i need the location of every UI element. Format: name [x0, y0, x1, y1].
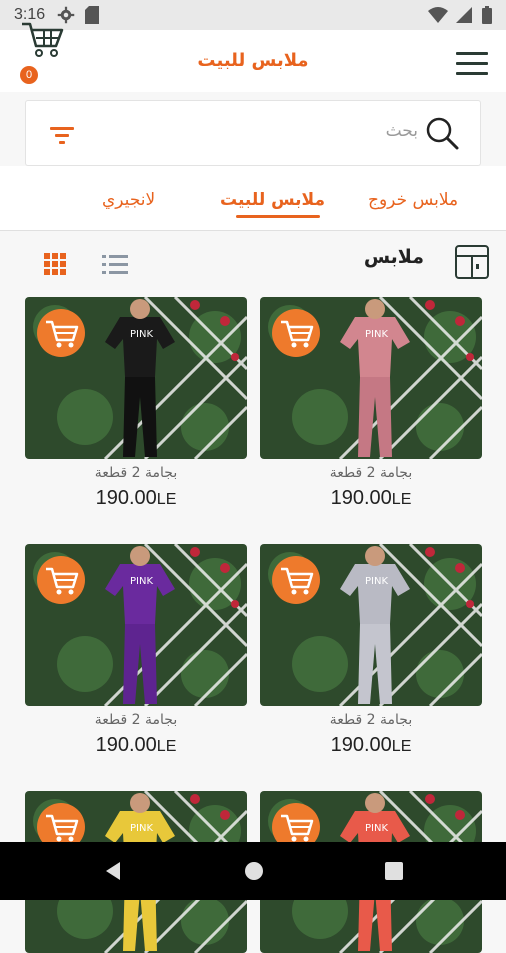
section-title: ملابس [363, 246, 424, 268]
menu-icon[interactable] [456, 52, 488, 78]
svg-text:PINK: PINK [365, 329, 388, 340]
svg-text:PINK: PINK [365, 823, 388, 834]
filter-icon[interactable] [50, 125, 74, 145]
wardrobe-icon [455, 245, 489, 279]
product-photo[interactable]: PINK [260, 297, 482, 459]
signal-icon [456, 7, 472, 23]
product-photo[interactable]: PINK [25, 544, 247, 706]
home-icon[interactable] [243, 860, 265, 882]
tab-home-clothes[interactable]: ملابس للبيت [220, 190, 325, 210]
list-view-icon[interactable] [102, 253, 128, 275]
product-price: 190.00LE [330, 487, 412, 509]
product-photo[interactable]: PINK [25, 297, 247, 459]
svg-text:PINK: PINK [365, 576, 388, 587]
svg-text:PINK: PINK [130, 329, 153, 340]
cart-count-badge: 0 [20, 66, 38, 84]
cart-icon [46, 320, 79, 348]
sd-card-icon [85, 6, 100, 24]
page-title: ملابس للبيت [197, 50, 309, 71]
search-icon[interactable] [424, 115, 460, 151]
category-tabs: ملابس خروج ملابس للبيت لانجيري [0, 166, 506, 230]
product-price: 190.00LE [95, 487, 177, 509]
active-tab-indicator [236, 215, 320, 218]
status-bar: 3:16 [0, 0, 506, 30]
battery-icon [482, 6, 492, 24]
product-name: بجامة 2 قطعة [329, 712, 413, 728]
svg-text:PINK: PINK [130, 823, 153, 834]
divider [0, 230, 506, 231]
svg-text:PINK: PINK [130, 576, 153, 587]
search-placeholder: بحث [385, 121, 418, 141]
grid-view-icon[interactable] [44, 253, 66, 275]
search-bar[interactable]: بحث [25, 100, 481, 166]
cart-icon [46, 567, 79, 595]
product-price: 190.00LE [95, 734, 177, 756]
add-to-cart-button[interactable] [272, 556, 320, 604]
add-to-cart-button[interactable] [37, 309, 85, 357]
cart-icon [281, 320, 314, 348]
product-name: بجامة 2 قطعة [329, 465, 413, 481]
recents-icon[interactable] [384, 861, 404, 881]
product-photo[interactable]: PINK [260, 544, 482, 706]
app-bar: ملابس للبيت [0, 30, 506, 92]
cart-icon[interactable] [20, 20, 64, 60]
tab-lingerie[interactable]: لانجيري [102, 190, 155, 210]
product-name: بجامة 2 قطعة [94, 465, 178, 481]
cart-icon [281, 567, 314, 595]
product-name: بجامة 2 قطعة [94, 712, 178, 728]
system-nav-bar [0, 842, 506, 900]
product-price: 190.00LE [330, 734, 412, 756]
wifi-icon [428, 7, 448, 23]
add-to-cart-button[interactable] [272, 309, 320, 357]
back-icon[interactable] [102, 860, 124, 882]
tab-going-out-clothes[interactable]: ملابس خروج [368, 190, 458, 210]
add-to-cart-button[interactable] [37, 556, 85, 604]
